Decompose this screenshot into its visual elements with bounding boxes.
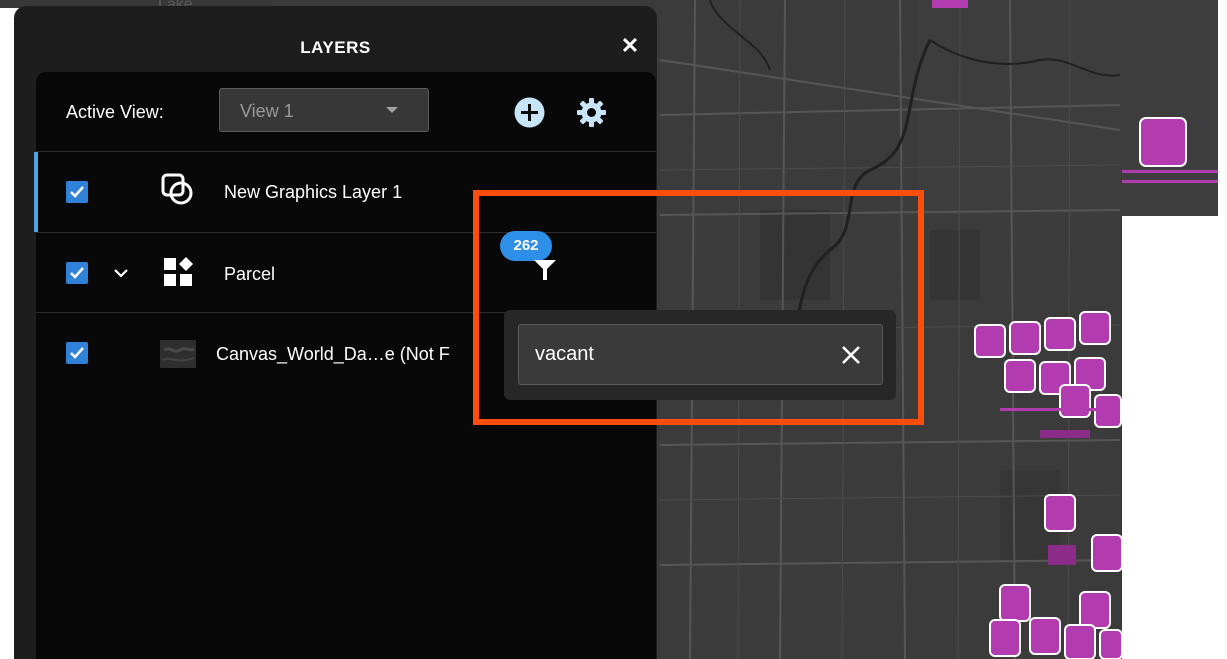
panel-title: LAYERS (300, 38, 371, 57)
graphics-layer-icon (161, 173, 193, 205)
layer-label: Canvas_World_Da…e (Not F (216, 344, 450, 364)
view-dropdown[interactable]: View 1 (219, 88, 429, 132)
layer-visibility-checkbox[interactable] (66, 262, 88, 284)
caret-down-icon (386, 107, 398, 113)
layer-visibility-checkbox[interactable] (66, 342, 88, 364)
gear-icon[interactable] (575, 96, 608, 129)
selected-indicator (34, 152, 38, 232)
basemap-thumbnail-icon (160, 340, 196, 368)
add-circle-icon[interactable] (513, 96, 546, 129)
close-icon[interactable]: ✕ (618, 34, 642, 58)
highlight-annotation-box (473, 190, 924, 425)
layer-label: New Graphics Layer 1 (224, 182, 403, 202)
chevron-down-icon[interactable] (112, 264, 130, 282)
layer-visibility-checkbox[interactable] (66, 181, 88, 203)
view-dropdown-value: View 1 (240, 101, 294, 121)
feature-layer-icon (164, 257, 193, 286)
layer-label: Parcel (224, 264, 276, 284)
active-view-label: Active View: (66, 102, 164, 122)
